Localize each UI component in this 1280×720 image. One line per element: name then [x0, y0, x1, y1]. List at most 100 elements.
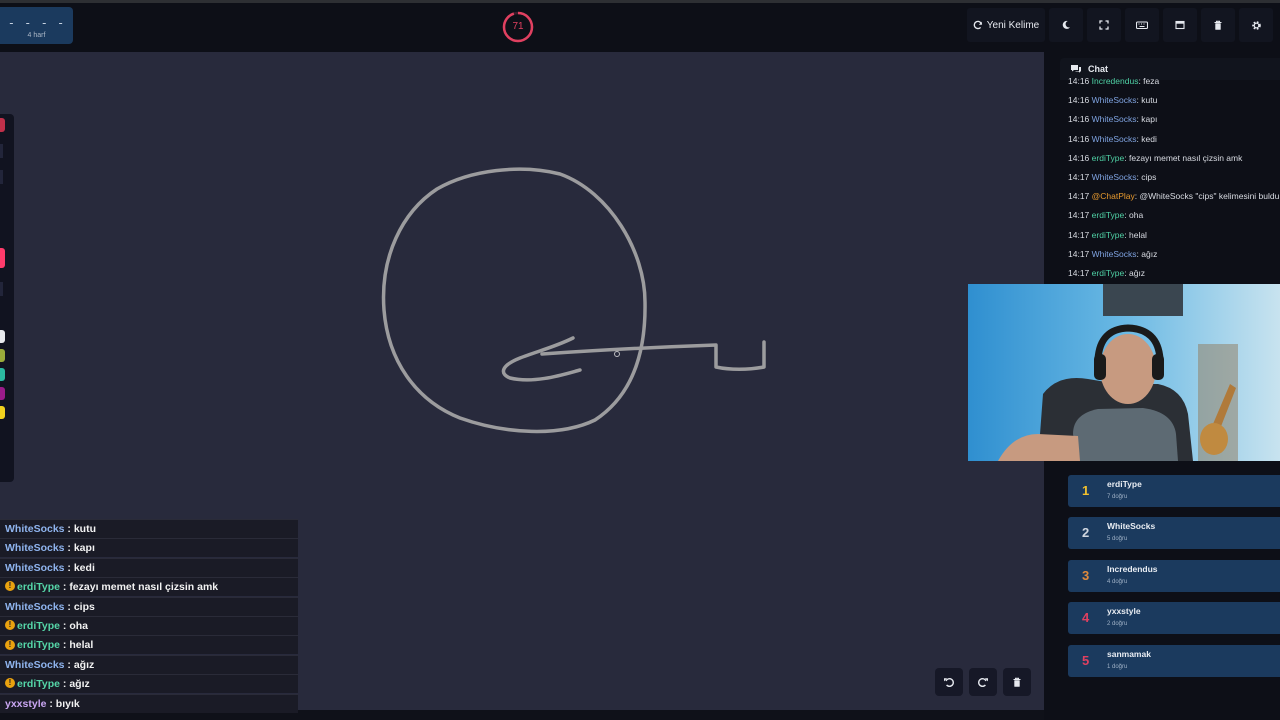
- color-swatch-teal[interactable]: [0, 368, 5, 381]
- top-divider: [0, 0, 1280, 3]
- chat-text: : ağız: [1124, 268, 1146, 278]
- leaderboard-score: 2 doğru: [1107, 621, 1128, 628]
- overlay-message: : fezayı memet nasıl çizsin amk: [59, 581, 219, 594]
- active-color-swatch[interactable]: [0, 248, 5, 268]
- tool-slot[interactable]: [0, 282, 3, 296]
- chat-username[interactable]: @ChatPlay: [1092, 191, 1135, 201]
- overlay-message: : oha: [59, 620, 88, 632]
- leaderboard-rank: 4: [1082, 610, 1090, 626]
- chat-text: : fezayı memet nasıl çizsin amk: [1124, 152, 1243, 163]
- leaderboard-score: 1 doğru: [1107, 663, 1128, 670]
- chat-username[interactable]: erdiType: [1092, 268, 1125, 278]
- overlay-chat-row: WhiteSocks : kedi: [0, 557, 298, 577]
- chat-title: Chat: [1088, 64, 1108, 74]
- vip-badge-icon: !: [5, 581, 15, 592]
- keyboard-icon: [1136, 21, 1148, 30]
- clear-canvas-button[interactable]: [1003, 668, 1031, 696]
- leaderboard-name: erdiType: [1107, 479, 1142, 489]
- chat-time: 14:16: [1068, 95, 1090, 106]
- overlay-chat-row: WhiteSocks : cips: [0, 596, 298, 616]
- dark-mode-button[interactable]: [1049, 8, 1083, 42]
- chat-bubble-icon: [1071, 65, 1081, 73]
- tool-slot[interactable]: [0, 144, 3, 158]
- color-swatch-purple[interactable]: [0, 387, 5, 400]
- overlay-message: : helal: [59, 639, 94, 652]
- chat-username[interactable]: WhiteSocks: [1092, 114, 1137, 124]
- overlay-username: WhiteSocks: [5, 542, 65, 555]
- window-button[interactable]: [1163, 8, 1197, 42]
- chat-text: : kedi: [1136, 133, 1157, 144]
- overlay-username: erdiType: [17, 678, 60, 691]
- chat-message: 14:16 WhiteSocks: kutu: [1068, 94, 1280, 106]
- cursor-dot: [614, 351, 620, 357]
- overlay-message: : kedi: [64, 561, 95, 574]
- chat-username[interactable]: erdiType: [1092, 153, 1125, 163]
- settings-button[interactable]: [1239, 8, 1273, 42]
- leaderboard-rank: 1: [1082, 483, 1090, 498]
- leaderboard-row: 5 sanmamak 1 doğru: [1068, 644, 1280, 677]
- chat-username[interactable]: Incredendus: [1092, 76, 1139, 86]
- redo-icon: [978, 678, 988, 688]
- new-word-button[interactable]: Yeni Kelime: [967, 8, 1045, 42]
- overlay-username: WhiteSocks: [5, 658, 65, 671]
- chat-text: : feza: [1138, 76, 1160, 86]
- vip-badge-icon: !: [5, 639, 15, 650]
- undo-icon: [944, 678, 954, 688]
- window-icon: [1175, 20, 1185, 30]
- chat-message: 14:16 Incredendus: feza: [1068, 75, 1280, 87]
- leaderboard-score: 5 doğru: [1107, 536, 1128, 543]
- overlay-chat-row: ! erdiType : ağız: [0, 674, 298, 694]
- chat-text: : helal: [1124, 229, 1147, 240]
- overlay-message: : cips: [64, 600, 95, 613]
- webcam-feed: [968, 284, 1280, 461]
- overlay-username: erdiType: [17, 581, 60, 594]
- overlay-chat-row: ! erdiType : helal: [0, 635, 298, 655]
- chat-message: 14:17 WhiteSocks: cips: [1068, 171, 1280, 183]
- tool-slot[interactable]: [0, 170, 3, 184]
- overlay-username: WhiteSocks: [5, 523, 65, 535]
- chat-text: : kutu: [1136, 95, 1158, 106]
- trash-icon: [1214, 20, 1222, 30]
- fullscreen-button[interactable]: [1087, 8, 1121, 42]
- chat-username[interactable]: WhiteSocks: [1092, 172, 1137, 182]
- toolbar-close-button[interactable]: [0, 118, 5, 132]
- chat-username[interactable]: WhiteSocks: [1092, 134, 1137, 144]
- clear-button[interactable]: [1201, 8, 1235, 42]
- leaderboard-name: Incredendus: [1107, 563, 1158, 574]
- leaderboard-name: WhiteSocks: [1107, 521, 1156, 532]
- overlay-username: erdiType: [17, 620, 60, 632]
- chat-username[interactable]: WhiteSocks: [1092, 95, 1137, 105]
- keyboard-button[interactable]: [1125, 8, 1159, 42]
- stream-chat-overlay: WhiteSocks : kutu WhiteSocks : kapı WhiteS…: [0, 519, 298, 720]
- webcam-image: [968, 284, 1280, 461]
- overlay-message: : bıyık: [46, 697, 80, 710]
- overlay-message: : ağız: [59, 678, 90, 691]
- chat-time: 14:17: [1068, 191, 1090, 202]
- overlay-username: WhiteSocks: [5, 561, 65, 574]
- chat-time: 14:17: [1068, 268, 1090, 278]
- color-swatch-olive[interactable]: [0, 349, 5, 362]
- chat-username[interactable]: WhiteSocks: [1092, 249, 1137, 259]
- chat-text: : ağız: [1136, 248, 1158, 259]
- chat-username[interactable]: erdiType: [1092, 210, 1125, 220]
- color-swatch-white[interactable]: [0, 330, 5, 343]
- leaderboard-rank: 5: [1082, 652, 1090, 668]
- chat-time: 14:17: [1068, 229, 1090, 240]
- chat-message: 14:16 WhiteSocks: kapı: [1068, 113, 1280, 125]
- moon-icon: [1062, 20, 1070, 29]
- timer-value: 71: [512, 21, 524, 32]
- redo-button[interactable]: [969, 668, 997, 696]
- color-toolbar: [0, 114, 14, 482]
- overlay-chat-row: yxxstyle : bıyık: [0, 693, 298, 713]
- overlay-chat-row: WhiteSocks : kapı: [0, 538, 298, 558]
- color-swatch-yellow[interactable]: [0, 406, 5, 419]
- chat-time: 14:17: [1068, 172, 1090, 182]
- leaderboard-rank: 2: [1082, 525, 1090, 541]
- overlay-message: : ağız: [64, 658, 95, 671]
- leaderboard-row: 3 Incredendus 4 doğru: [1068, 559, 1280, 592]
- chat-text: : oha: [1124, 210, 1144, 221]
- chat-username[interactable]: erdiType: [1092, 230, 1125, 240]
- overlay-chat-row: ! erdiType : fezayı memet nasıl çizsin am…: [0, 577, 298, 597]
- timer: 71: [501, 10, 535, 44]
- undo-button[interactable]: [935, 668, 963, 696]
